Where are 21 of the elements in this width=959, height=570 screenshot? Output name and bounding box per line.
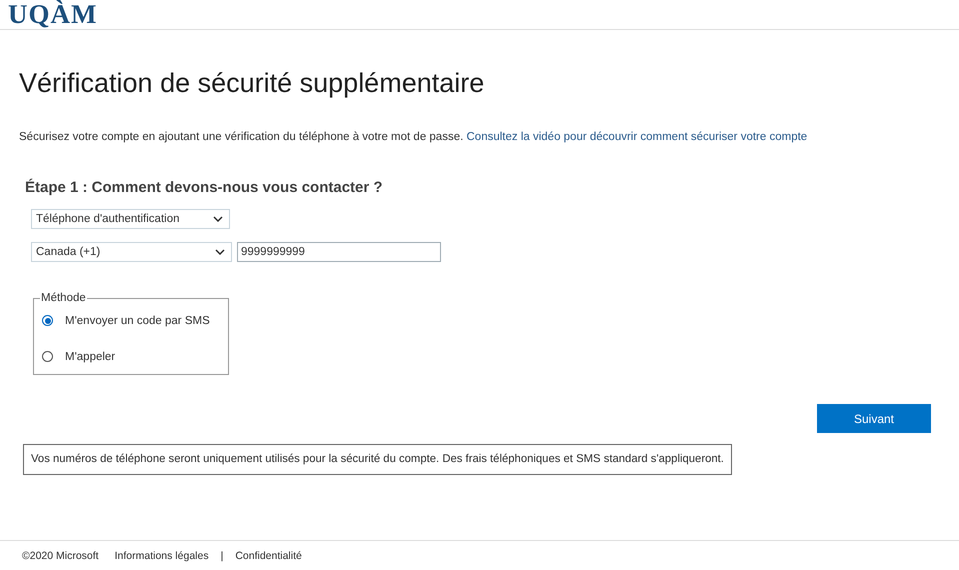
notice-text: Vos numéros de téléphone seront uniquement utilisés pour la sécurité du compte. Des frais téléphoniques et SMS standard s'appliqueront. bbox=[23, 444, 732, 475]
video-link[interactable]: Consultez la vidéo pour découvrir comment sécuriser votre compte bbox=[466, 131, 808, 143]
page-title: Vérification de sécurité supplémentaire bbox=[19, 67, 486, 99]
separator: | bbox=[220, 550, 224, 562]
radio-button[interactable] bbox=[42, 351, 53, 362]
chevron-down-icon bbox=[213, 216, 223, 222]
chevron-down-icon bbox=[215, 249, 225, 255]
logo: UQÀM bbox=[8, 0, 98, 29]
country-dropdown[interactable]: Canada (+1) bbox=[31, 242, 232, 262]
phone-field[interactable]: 9999999999 bbox=[237, 242, 441, 262]
radio-label[interactable]: M'appeler bbox=[65, 350, 116, 362]
copyright-text: ©2020 Microsoft bbox=[22, 550, 99, 562]
contact-method-dropdown[interactable]: Téléphone d'authentification bbox=[31, 209, 230, 229]
intro-text: Sécurisez votre compte en ajoutant une vérification du téléphone à votre mot de passe. Consultez la vidéo pour découvrir comment sécuriser votre compte bbox=[19, 130, 808, 144]
footer-link[interactable]: Confidentialité bbox=[235, 550, 302, 562]
radio-label[interactable]: M'envoyer un code par SMS bbox=[65, 314, 210, 326]
step-heading: Étape 1 : Comment devons-nous vous contacter ? bbox=[25, 179, 384, 197]
next-button[interactable]: Suivant bbox=[817, 404, 931, 433]
method-legend: Méthode bbox=[40, 292, 87, 304]
footer-link[interactable]: Informations légales bbox=[114, 550, 209, 562]
radio-button[interactable] bbox=[42, 315, 53, 326]
